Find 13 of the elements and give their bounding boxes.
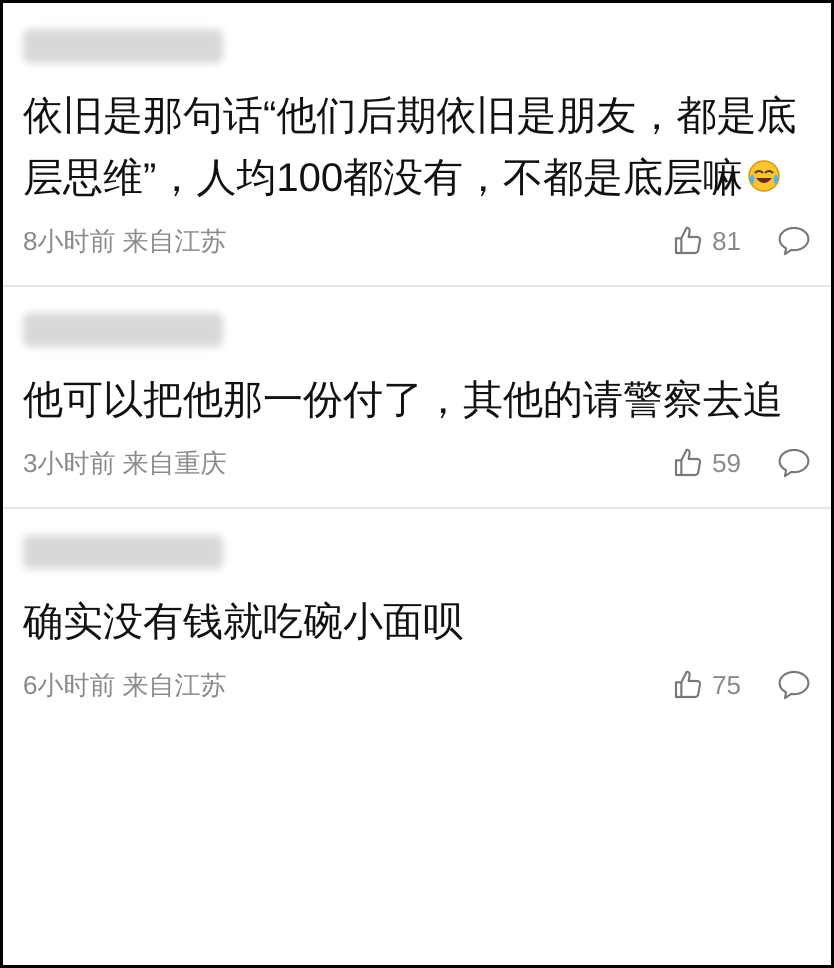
like-count: 75 — [712, 668, 741, 702]
comment-text: 依旧是那句话“他们后期依旧是朋友，都是底层思维”，人均100都没有，不都是底层嘛 — [23, 93, 798, 202]
laughing-face-icon — [747, 159, 782, 193]
comment-meta: 6小时前 来自江苏 — [23, 668, 227, 702]
comment-meta: 3小时前 来自重庆 — [23, 446, 227, 480]
comment-icon[interactable] — [777, 669, 811, 701]
comment-icon[interactable] — [777, 225, 811, 257]
comment-meta: 8小时前 来自江苏 — [23, 224, 227, 258]
comment-text: 确实没有钱就吃碗小面呗 — [23, 599, 464, 646]
comment-icon[interactable] — [777, 447, 811, 479]
like-count: 81 — [712, 224, 741, 258]
comment-text: 他可以把他那一份付了，其他的请警察去追 — [23, 377, 784, 424]
like-count: 59 — [712, 446, 741, 480]
